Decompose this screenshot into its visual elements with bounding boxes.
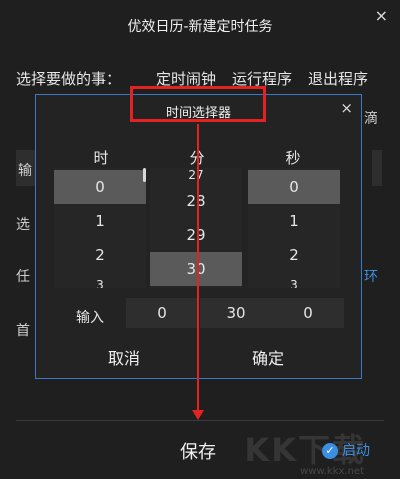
list-item[interactable]: 3 bbox=[54, 278, 146, 288]
list-item[interactable]: 28 bbox=[150, 184, 242, 218]
list-item[interactable]: 30 bbox=[150, 252, 242, 286]
save-button[interactable]: 保存 bbox=[180, 438, 216, 464]
arrow-head bbox=[192, 410, 204, 420]
hour-input[interactable]: 0 bbox=[126, 298, 198, 328]
minute-list[interactable]: 27 28 29 30 bbox=[150, 168, 242, 288]
list-item[interactable]: 2 bbox=[54, 238, 146, 272]
list-item[interactable]: 0 bbox=[54, 170, 146, 204]
second-list[interactable]: 0 1 2 3 bbox=[248, 168, 340, 288]
task-option-exit-program[interactable]: 退出程序 bbox=[308, 68, 368, 89]
list-item[interactable]: 1 bbox=[54, 204, 146, 238]
task-label: 选择要做的事： bbox=[16, 70, 122, 88]
start-toggle[interactable]: ✓ 启动 bbox=[322, 440, 370, 460]
footer-divider bbox=[16, 420, 384, 421]
list-item[interactable]: 1 bbox=[248, 204, 340, 238]
watermark-url: www.kkx.net bbox=[300, 466, 364, 477]
second-input[interactable]: 0 bbox=[272, 298, 344, 328]
list-item[interactable]: 0 bbox=[248, 170, 340, 204]
list-item[interactable]: 29 bbox=[150, 218, 242, 252]
bg-partial-text: 任 bbox=[16, 269, 30, 285]
bg-partial-text: 选 bbox=[16, 217, 30, 233]
bg-right-box bbox=[372, 150, 382, 186]
list-item[interactable]: 2 bbox=[248, 238, 340, 272]
list-item[interactable]: 27 bbox=[150, 168, 242, 182]
scrollbar-thumb[interactable] bbox=[143, 168, 146, 182]
confirm-button[interactable]: 确定 bbox=[252, 345, 284, 369]
cancel-button[interactable]: 取消 bbox=[108, 345, 140, 369]
bg-partial-text: 滴 bbox=[364, 111, 378, 127]
start-label: 启动 bbox=[342, 443, 370, 459]
bg-partial-link[interactable]: 环 bbox=[364, 266, 378, 286]
list-item[interactable]: 3 bbox=[248, 278, 340, 288]
close-icon[interactable]: × bbox=[375, 6, 388, 25]
hour-header: 时 bbox=[93, 149, 109, 167]
check-icon: ✓ bbox=[322, 443, 338, 459]
input-label: 输入 bbox=[76, 310, 104, 326]
window-title: 优效日历-新建定时任务 bbox=[127, 19, 273, 35]
bg-partial-text: 首 bbox=[16, 323, 30, 339]
hour-list[interactable]: 0 1 2 3 bbox=[54, 168, 146, 288]
dialog-close-icon[interactable]: × bbox=[340, 99, 353, 117]
highlight-box bbox=[130, 86, 266, 122]
bg-partial-text: 输 bbox=[18, 163, 32, 179]
second-header: 秒 bbox=[285, 149, 301, 167]
arrow-line bbox=[197, 124, 199, 414]
minute-input[interactable]: 30 bbox=[200, 298, 272, 328]
